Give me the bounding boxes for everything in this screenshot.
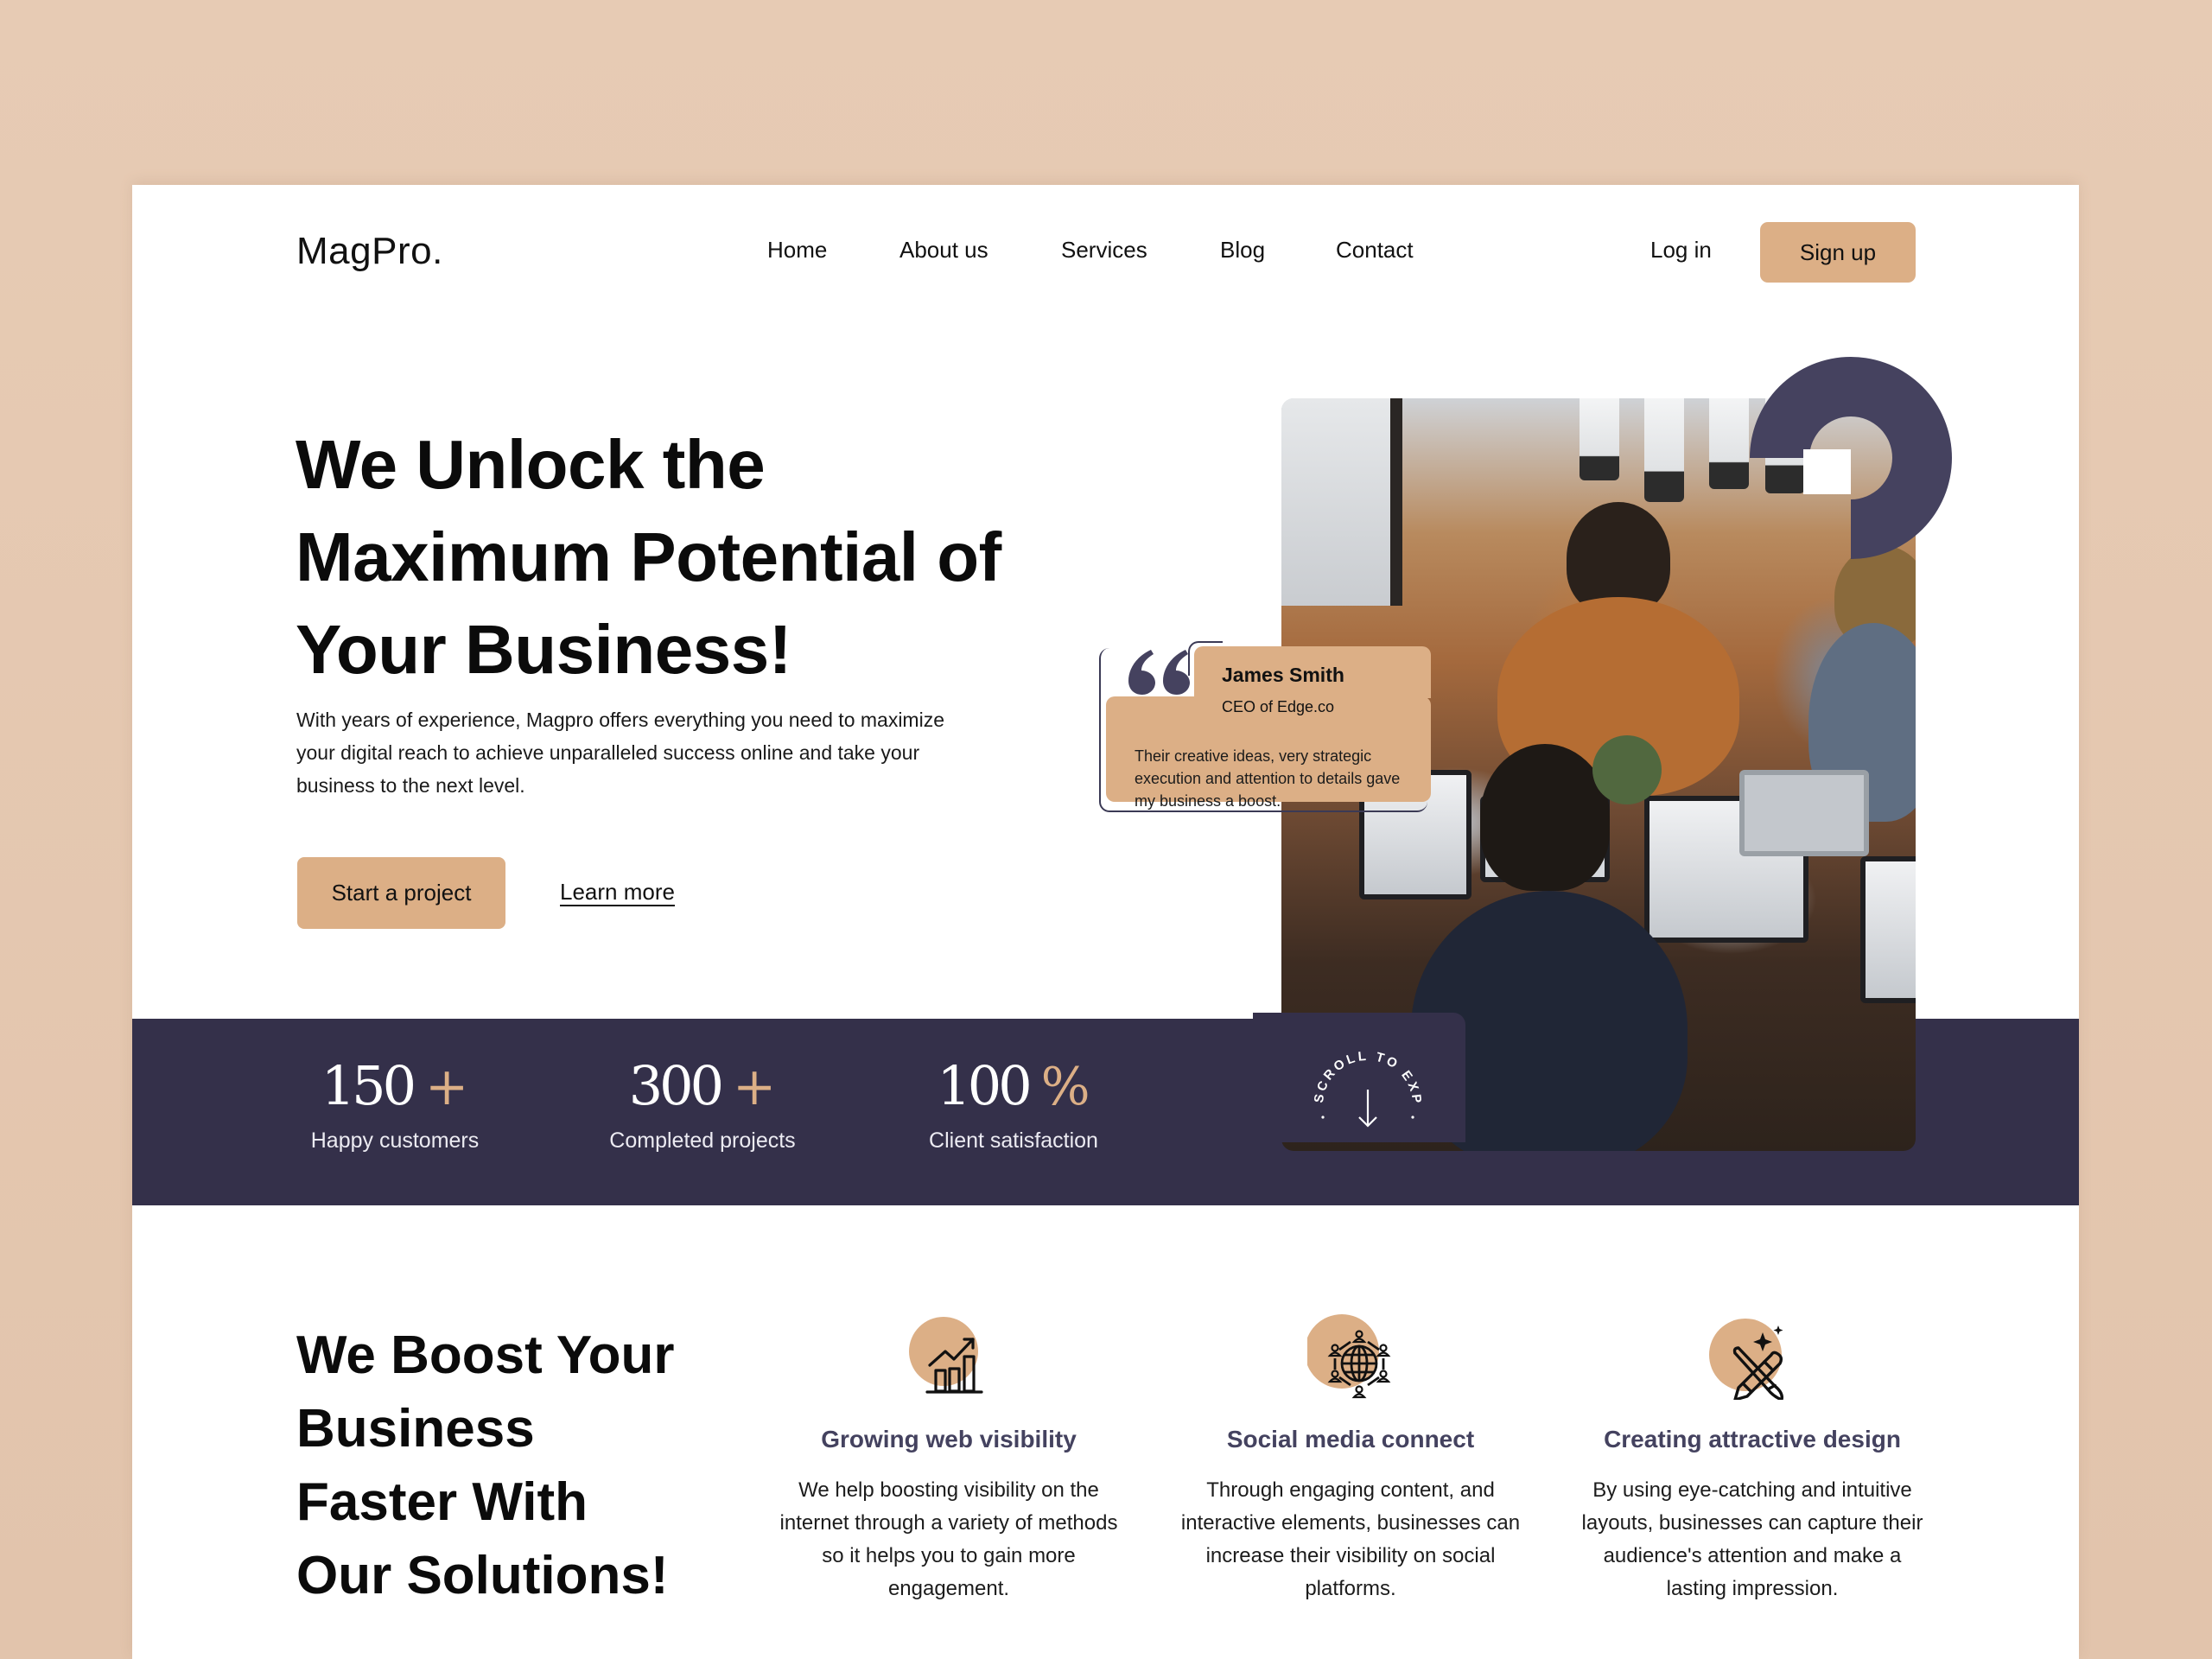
stat-label: Happy customers	[310, 1128, 480, 1153]
nav-about-us[interactable]: About us	[899, 237, 988, 264]
service-description: Through engaging content, and interactiv…	[1180, 1478, 1521, 1600]
stat-suffix: +	[425, 1057, 469, 1117]
nav-blog[interactable]: Blog	[1220, 237, 1265, 264]
services-title-line: Business	[296, 1399, 535, 1459]
hero-title-line: Maximum Potential of	[296, 518, 1001, 595]
stat-value: 150	[321, 1054, 416, 1117]
stat-value: 300	[628, 1054, 724, 1117]
nav-contact[interactable]: Contact	[1336, 237, 1414, 264]
service-title: Social media connect	[1226, 1426, 1475, 1452]
learn-more-link[interactable]: Learn more	[560, 879, 675, 906]
testimonial-quote: Their creative ideas, very strategic exe…	[1135, 747, 1401, 810]
service-creating-attractive-design: Creating attractive design By using eye-…	[1580, 1313, 1925, 1605]
hero-title-line: Your Business!	[296, 611, 791, 688]
stat-client-satisfaction: 100% Client satisfaction	[884, 1052, 1143, 1154]
nav-home[interactable]: Home	[767, 237, 827, 264]
stat-suffix: %	[1040, 1057, 1090, 1117]
service-description: We help boosting visibility on the inter…	[779, 1478, 1118, 1600]
signup-button[interactable]: Sign up	[1760, 222, 1916, 283]
design-tools-icon	[1709, 1319, 1784, 1400]
photo-window	[1281, 398, 1402, 606]
social-network-globe-icon	[1307, 1314, 1391, 1399]
service-social-media-connect: Social media connect Through engaging co…	[1178, 1313, 1523, 1605]
services-title-line: Faster With	[296, 1472, 588, 1532]
start-project-button[interactable]: Start a project	[297, 857, 505, 929]
stat-label: Client satisfaction	[929, 1128, 1098, 1153]
decorative-ring-shape	[1750, 357, 1952, 559]
quote-mark-icon	[1128, 650, 1190, 695]
service-description: By using eye-catching and intuitive layo…	[1581, 1478, 1923, 1600]
stat-happy-customers: 150 + Happy customers	[265, 1052, 524, 1154]
hero-title-line: We Unlock the	[296, 426, 766, 503]
stat-suffix: +	[733, 1057, 777, 1117]
hero-title: We Unlock the Maximum Potential of Your …	[296, 418, 1073, 696]
services-title-line: We Boost Your	[296, 1325, 675, 1385]
testimonial-role: CEO of Edge.co	[1222, 698, 1335, 715]
services-title: We Boost Your Business Faster With Our S…	[296, 1319, 711, 1612]
nav-services[interactable]: Services	[1061, 237, 1147, 264]
stat-completed-projects: 300 + Completed projects	[573, 1052, 832, 1154]
growth-chart-icon	[909, 1317, 983, 1394]
stat-value: 100	[937, 1054, 1032, 1117]
service-title: Creating attractive design	[1604, 1426, 1901, 1452]
service-title: Growing web visibility	[821, 1426, 1077, 1452]
testimonial-name: James Smith	[1222, 664, 1344, 686]
stat-label: Completed projects	[609, 1128, 796, 1153]
service-growing-web-visibility: Growing web visibility We help boosting …	[776, 1313, 1122, 1605]
brand-logo[interactable]: MagPro.	[296, 230, 443, 273]
hero-description: With years of experience, Magpro offers …	[296, 709, 944, 797]
services-title-line: Our Solutions!	[296, 1546, 669, 1605]
landing-page: MagPro. Home About us Services Blog Cont…	[132, 185, 2079, 1659]
login-link[interactable]: Log in	[1650, 237, 1712, 264]
